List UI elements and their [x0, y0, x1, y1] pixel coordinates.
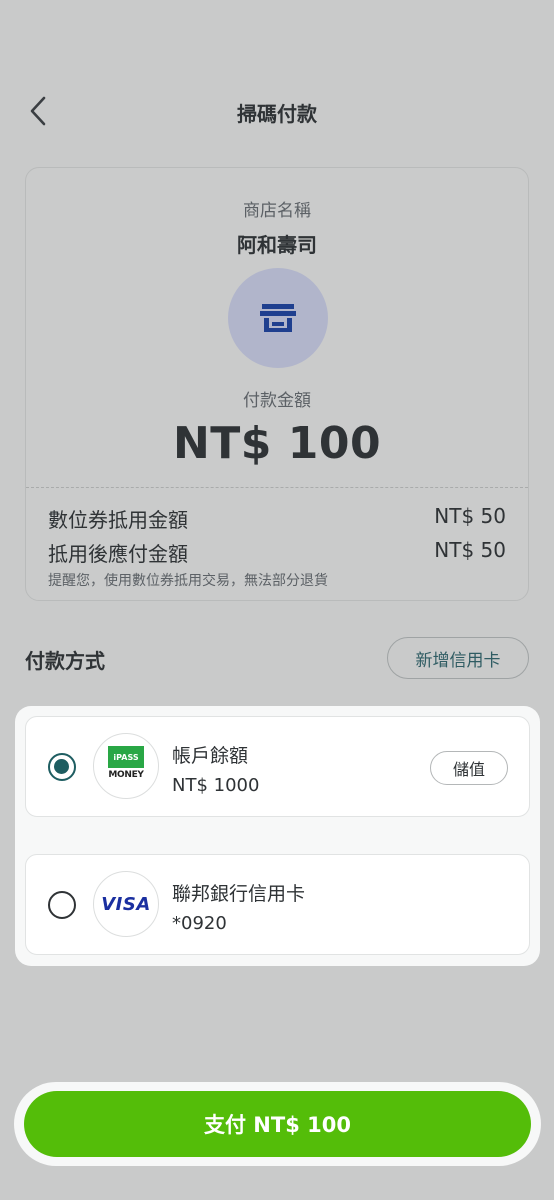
- payment-method-credit-card[interactable]: VISA 聯邦銀行信用卡 *0920: [25, 854, 530, 955]
- payment-method-title: 付款方式: [25, 649, 105, 673]
- payment-amount: NT$ 100: [172, 418, 382, 469]
- voucher-row: 數位券抵用金額 NT$ 50: [48, 504, 506, 533]
- voucher-value: NT$ 50: [434, 504, 506, 528]
- pay-button[interactable]: 支付 NT$ 100: [24, 1091, 531, 1157]
- method-balance: NT$ 1000: [172, 775, 260, 796]
- method-name: 聯邦銀行信用卡: [172, 883, 306, 905]
- store-name-label: 商店名稱: [243, 201, 311, 221]
- payment-amount-label: 付款金額: [243, 391, 311, 411]
- top-up-button[interactable]: 儲值: [430, 751, 508, 785]
- add-credit-card-button[interactable]: 新增信用卡: [387, 637, 529, 679]
- refund-note: 提醒您，使用數位券抵用交易，無法部分退貨: [48, 573, 328, 589]
- radio-selected[interactable]: [48, 753, 76, 781]
- visa-logo: VISA: [93, 871, 159, 937]
- store-avatar: [228, 268, 328, 368]
- method-name: 帳戶餘額: [172, 745, 249, 767]
- voucher-label: 數位券抵用金額: [48, 508, 188, 532]
- ipass-logo-text: iPASS: [108, 746, 144, 768]
- pay-button-container: 支付 NT$ 100: [14, 1082, 541, 1166]
- payment-methods-panel: iPASS MONEY 帳戶餘額 NT$ 1000 儲值 VISA 聯邦銀行信用…: [15, 706, 540, 966]
- radio-unselected[interactable]: [48, 891, 76, 919]
- ipass-money-logo: iPASS MONEY: [93, 733, 159, 799]
- payment-method-account-balance[interactable]: iPASS MONEY 帳戶餘額 NT$ 1000 儲值: [25, 716, 530, 817]
- payable-label: 抵用後應付金額: [48, 542, 188, 566]
- payable-value: NT$ 50: [434, 538, 506, 562]
- money-logo-text: MONEY: [108, 770, 144, 780]
- visa-logo-text: VISA: [101, 893, 151, 915]
- payable-row: 抵用後應付金額 NT$ 50: [48, 538, 506, 567]
- store-icon: [260, 304, 296, 332]
- page-title: 掃碼付款: [237, 102, 317, 126]
- header: 掃碼付款: [0, 80, 554, 144]
- store-payment-card: 商店名稱 阿和壽司 付款金額 NT$ 100 數位券抵用金額 NT$ 50 抵用…: [25, 167, 529, 601]
- store-name: 阿和壽司: [237, 233, 317, 257]
- divider: [26, 487, 528, 488]
- card-number: *0920: [172, 913, 227, 934]
